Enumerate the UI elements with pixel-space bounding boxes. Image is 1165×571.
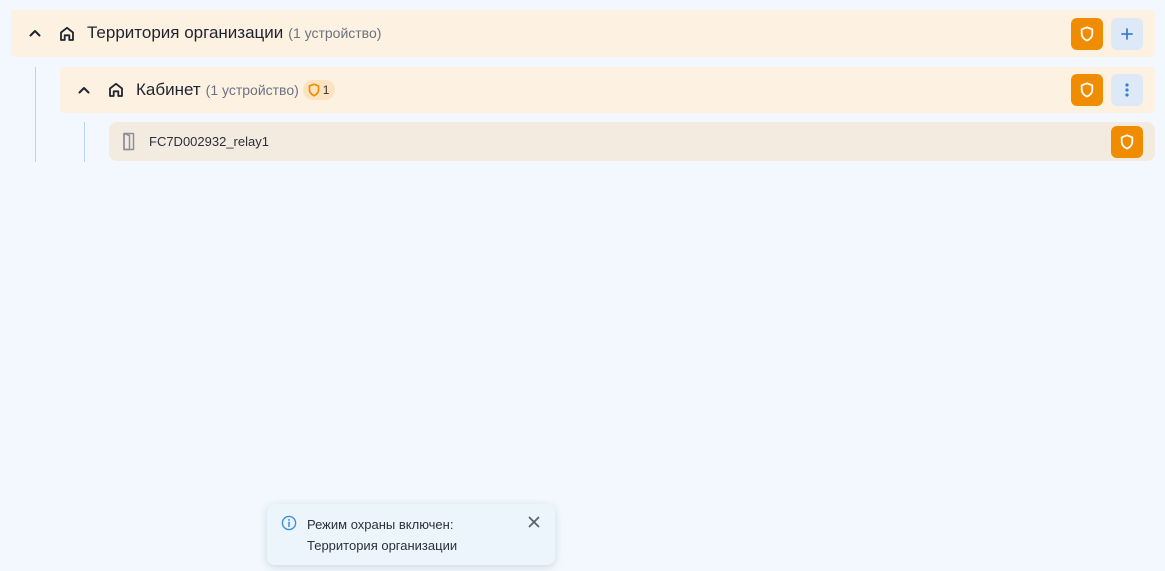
home-icon bbox=[58, 25, 76, 43]
notification-toast: Режим охраны включен: Территория организ… bbox=[267, 504, 555, 565]
toast-message: Режим охраны включен: Территория организ… bbox=[307, 514, 457, 556]
room-menu-button[interactable] bbox=[1111, 74, 1143, 106]
room-device-count: (1 устройство) bbox=[205, 82, 299, 98]
plus-icon bbox=[1121, 28, 1133, 40]
door-icon bbox=[121, 132, 137, 151]
toast-line-1: Режим охраны включен: bbox=[307, 517, 454, 532]
tree-line-level-2 bbox=[84, 122, 85, 162]
add-zone-button[interactable] bbox=[1111, 18, 1143, 50]
armed-count-badge: 1 bbox=[302, 80, 336, 100]
shield-icon bbox=[1080, 26, 1094, 42]
room-title: Кабинет (1 устройство) 1 bbox=[136, 80, 336, 100]
shield-icon bbox=[1120, 134, 1134, 150]
armed-count-value: 1 bbox=[322, 83, 330, 97]
home-icon bbox=[107, 81, 125, 99]
tree-row-organization[interactable]: Территория организации (1 устройство) bbox=[11, 10, 1155, 57]
info-icon bbox=[281, 515, 297, 531]
organization-device-count: (1 устройство) bbox=[288, 25, 382, 41]
organization-title: Территория организации (1 устройство) bbox=[87, 23, 381, 43]
chevron-up-icon[interactable] bbox=[25, 23, 45, 43]
device-name: FC7D002932_relay1 bbox=[149, 134, 269, 149]
arm-room-button[interactable] bbox=[1071, 74, 1103, 106]
room-name: Кабинет bbox=[136, 80, 201, 99]
close-icon[interactable] bbox=[527, 515, 541, 529]
tree-row-device[interactable]: FC7D002932_relay1 bbox=[109, 122, 1155, 161]
more-vertical-icon bbox=[1125, 83, 1129, 97]
shield-icon bbox=[1080, 82, 1094, 98]
tree-line-level-1 bbox=[35, 67, 36, 162]
shield-icon bbox=[308, 83, 320, 97]
arm-organization-button[interactable] bbox=[1071, 18, 1103, 50]
toast-line-2: Территория организации bbox=[307, 538, 458, 553]
tree-row-room[interactable]: Кабинет (1 устройство) 1 bbox=[60, 67, 1155, 113]
arm-device-button[interactable] bbox=[1111, 126, 1143, 158]
organization-name: Территория организации bbox=[87, 23, 284, 42]
chevron-up-icon[interactable] bbox=[74, 80, 94, 100]
